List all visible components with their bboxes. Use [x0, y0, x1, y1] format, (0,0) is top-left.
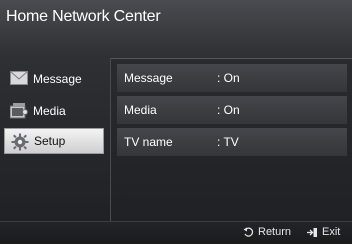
return-label: Return: [258, 226, 292, 238]
setting-label: Message: [124, 71, 173, 85]
media-film-icon: [9, 103, 28, 119]
setting-value: : On: [217, 71, 240, 85]
title-bar: Home Network Center: [0, 0, 352, 59]
sidebar-item-message[interactable]: Message: [4, 66, 104, 92]
setting-value: : On: [217, 103, 240, 117]
gear-icon: [11, 133, 29, 151]
setting-row-media[interactable]: Media : On: [117, 96, 347, 124]
exit-label: Exit: [322, 226, 341, 238]
envelope-icon: [10, 71, 28, 87]
setting-value: : TV: [217, 135, 239, 149]
sidebar-item-label: Setup: [34, 134, 66, 148]
setting-label: Media: [124, 103, 157, 117]
home-network-center-screen: Home Network Center Message Media Setup …: [0, 0, 352, 244]
sidebar-item-media[interactable]: Media: [4, 98, 104, 124]
return-button[interactable]: Return: [243, 226, 291, 238]
footer-bar: Return Exit: [0, 221, 352, 244]
sidebar-menu: Message Media Setup: [0, 58, 111, 221]
sidebar-item-setup[interactable]: Setup: [4, 128, 104, 154]
setting-row-message[interactable]: Message : On: [117, 64, 347, 92]
sidebar-item-label: Media: [33, 104, 66, 118]
setting-row-tv-name[interactable]: TV name : TV: [117, 128, 347, 156]
settings-list: Message : On Media : On TV name : TV: [117, 60, 347, 220]
return-icon: [243, 226, 254, 237]
window-title: Home Network Center: [6, 8, 161, 25]
setting-label: TV name: [124, 135, 173, 149]
sidebar-item-label: Message: [33, 72, 82, 86]
exit-button[interactable]: Exit: [306, 226, 340, 238]
exit-icon: [307, 227, 317, 237]
